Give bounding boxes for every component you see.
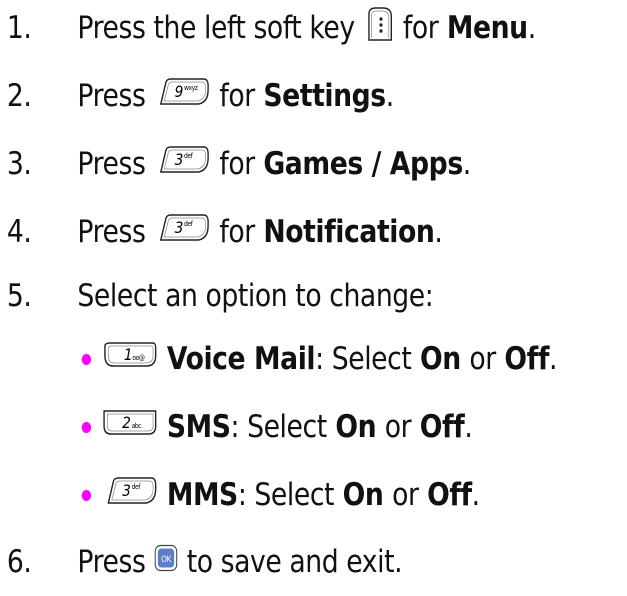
svg-text:def: def — [184, 152, 193, 161]
step-number: 4. — [6, 214, 32, 250]
off-label: Off — [419, 409, 465, 445]
svg-text:oo@: oo@ — [132, 354, 145, 363]
mms-label: MMS — [166, 477, 238, 513]
svg-text:OK: OK — [161, 554, 172, 564]
key-3-icon: 3 def — [154, 212, 211, 252]
step-text: Press — [77, 146, 146, 182]
off-label: Off — [427, 477, 472, 513]
svg-text:3: 3 — [175, 150, 183, 169]
svg-text:2: 2 — [122, 413, 130, 432]
notification-label: Notification — [263, 214, 435, 250]
or-text: or — [384, 409, 412, 445]
step-number: 3. — [6, 146, 32, 182]
period: . — [527, 10, 536, 46]
key-3-icon: 3 def — [154, 144, 211, 184]
svg-text:1: 1 — [124, 345, 132, 364]
step-text: Press the left soft key — [77, 10, 355, 46]
voice-mail-label: Voice Mail — [166, 341, 316, 377]
period: . — [548, 341, 558, 377]
instructions: 1. Press the left soft key for Menu. 2. … — [0, 0, 627, 596]
period: . — [434, 214, 443, 250]
on-label: On — [342, 477, 384, 513]
step-text-for: for — [219, 146, 255, 182]
step-number: 2. — [6, 78, 32, 114]
option-text: : Select — [237, 477, 335, 513]
step-text: Press — [77, 214, 146, 250]
period: . — [385, 78, 394, 114]
period: . — [464, 409, 473, 445]
svg-text:def: def — [184, 220, 193, 229]
key-1-icon: 1 oo@ — [101, 340, 158, 378]
svg-text:wxyz: wxyz — [184, 84, 198, 93]
on-label: On — [335, 409, 377, 445]
step-text-for: for — [219, 214, 255, 250]
svg-text:3: 3 — [175, 218, 183, 237]
key-9-icon: 9 wxyz — [154, 76, 211, 116]
settings-label: Settings — [263, 78, 386, 114]
or-text: or — [392, 477, 419, 513]
svg-text:3: 3 — [122, 481, 130, 500]
step-text-for: for — [219, 78, 255, 114]
step-number: 5. — [6, 278, 32, 314]
svg-text:9: 9 — [175, 82, 183, 101]
on-label: On — [420, 341, 461, 377]
bullet-icon — [81, 421, 92, 433]
key-3-icon: 3 def — [101, 475, 158, 515]
step-text: Press — [77, 544, 146, 580]
games-apps-label: Games / Apps — [263, 146, 463, 182]
step-number: 6. — [6, 544, 32, 580]
step-text-for: for — [402, 10, 439, 46]
ok-key-icon: OK — [154, 544, 178, 580]
period: . — [462, 146, 471, 182]
or-text: or — [469, 341, 496, 377]
menu-label: Menu — [446, 10, 528, 46]
step-text: Select an option to change: — [77, 278, 434, 314]
option-text: : Select — [315, 341, 412, 377]
step-number: 1. — [6, 10, 32, 46]
step-text-save: to save and exit. — [186, 544, 403, 580]
sms-label: SMS — [166, 409, 231, 445]
bullet-icon — [81, 353, 92, 365]
svg-text:abc: abc — [132, 422, 142, 431]
key-2-icon: 2 abc — [101, 408, 158, 446]
svg-text:def: def — [132, 483, 141, 492]
option-text: : Select — [230, 409, 327, 445]
period: . — [471, 477, 480, 513]
off-label: Off — [504, 341, 549, 377]
step-text: Press — [77, 78, 146, 114]
bullet-icon — [81, 489, 92, 501]
left-soft-key-icon — [363, 4, 394, 52]
